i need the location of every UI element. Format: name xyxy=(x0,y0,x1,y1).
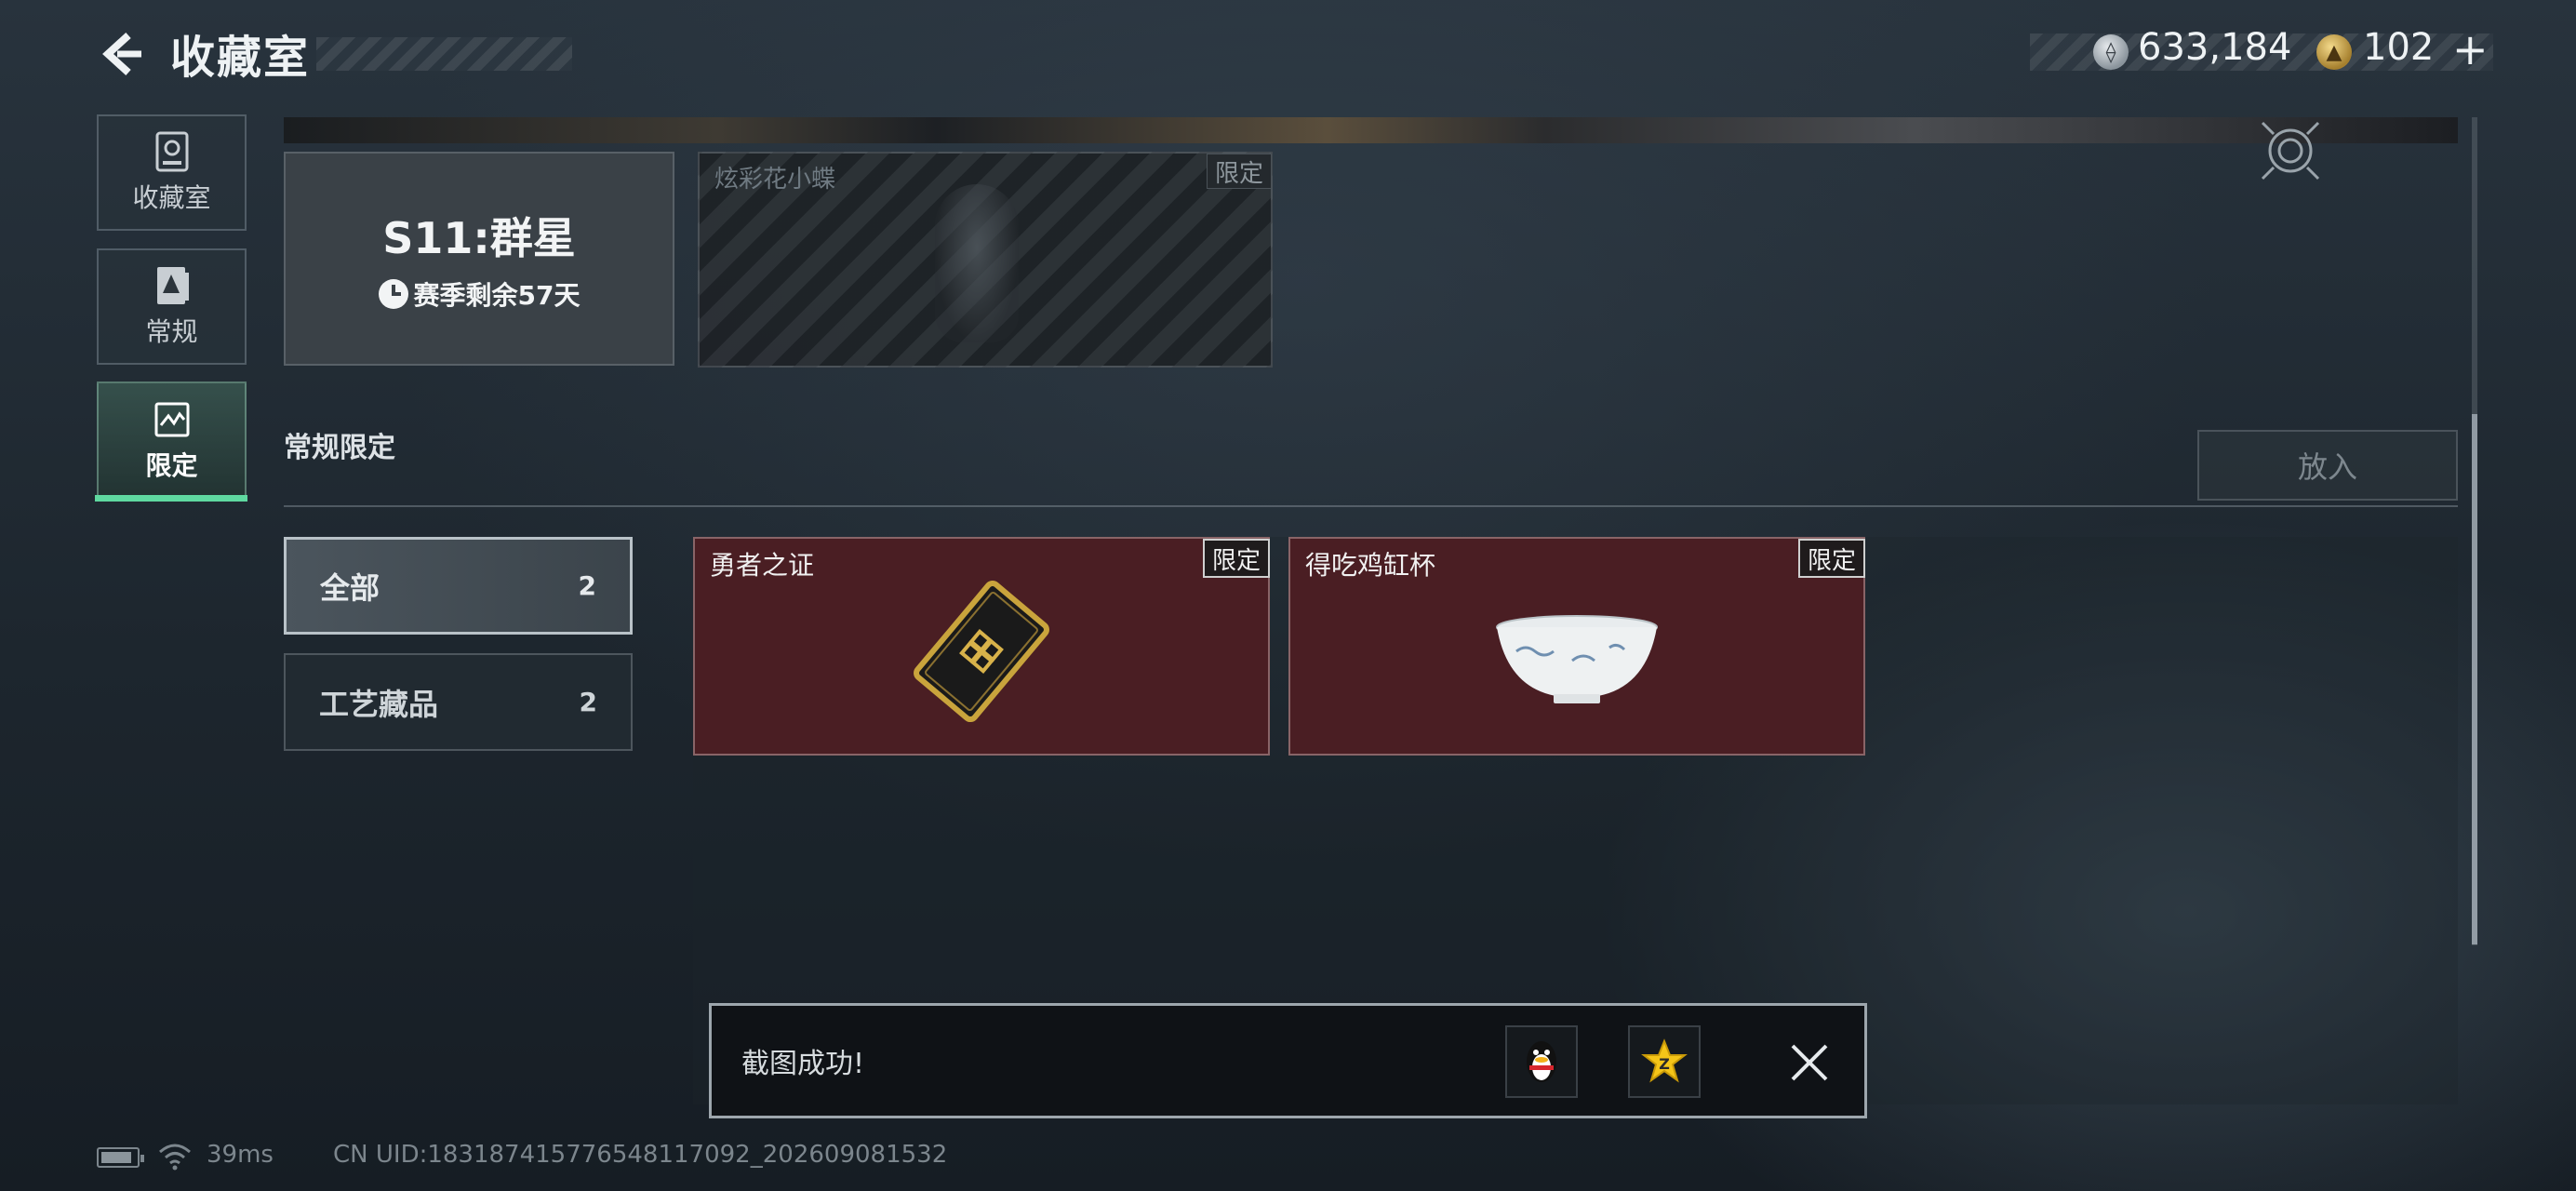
toast-close-button[interactable] xyxy=(1772,1025,1847,1100)
limited-badge: 限定 xyxy=(1798,539,1865,578)
wifi-icon xyxy=(156,1141,194,1171)
vault-icon xyxy=(152,131,193,172)
limited-icon xyxy=(152,399,193,440)
item-name: 得吃鸡缸杯 xyxy=(1305,550,1436,581)
gold-coin-value: 102 xyxy=(2363,26,2435,69)
brave-card-image xyxy=(902,572,1061,730)
locked-item-name: 炫彩花小蝶 xyxy=(714,166,836,194)
qq-penguin-icon xyxy=(1527,1041,1556,1082)
share-qq-button[interactable] xyxy=(1505,1025,1578,1098)
silver-coin-value: 633,184 xyxy=(2138,26,2292,69)
nav-item-limited[interactable]: 限定 xyxy=(97,381,247,501)
season-remaining-text: 赛季剩余57天 xyxy=(413,280,581,311)
target-icon[interactable] xyxy=(2259,119,2322,182)
svg-text:Z: Z xyxy=(1659,1055,1670,1073)
put-in-button[interactable]: 放入 xyxy=(2197,430,2458,501)
season-card[interactable]: S11:群星 赛季剩余57天 xyxy=(284,152,674,366)
filter-count: 2 xyxy=(578,570,596,601)
nav-label-regular: 常规 xyxy=(145,315,198,347)
nav-label-limited: 限定 xyxy=(145,450,198,481)
page-title: 收藏室 xyxy=(170,32,311,84)
back-button[interactable] xyxy=(93,26,149,82)
filter-count: 2 xyxy=(579,687,597,717)
share-qzone-button[interactable]: Z xyxy=(1628,1025,1701,1098)
section-title: 常规限定 xyxy=(284,432,395,464)
filter-all[interactable]: 全部 2 xyxy=(284,537,633,635)
scrollbar-thumb[interactable] xyxy=(2472,414,2477,944)
ping-text: 39ms xyxy=(207,1141,274,1169)
gold-coin-icon: ▲ xyxy=(2316,34,2352,70)
season-remaining-row: 赛季剩余57天 xyxy=(378,275,581,313)
porcelain-cup-image xyxy=(1488,614,1665,707)
add-currency-button[interactable]: + xyxy=(2452,24,2489,74)
silver-coin-icon: ⟠ xyxy=(2093,34,2129,70)
filter-label: 工艺藏品 xyxy=(319,686,439,722)
filter-craft-collectibles[interactable]: 工艺藏品 2 xyxy=(284,653,633,751)
close-icon xyxy=(1791,1044,1828,1081)
nav-item-regular[interactable]: 常规 xyxy=(97,248,247,365)
uid-text: CN UID:1831874157765481170​92_2026090815… xyxy=(333,1141,948,1169)
toast-message: 截图成功! xyxy=(741,1048,865,1080)
card-icon xyxy=(152,265,193,306)
clock-icon xyxy=(378,279,408,309)
active-tab-indicator xyxy=(95,495,247,502)
section-divider xyxy=(284,505,2458,507)
title-decoration xyxy=(316,37,572,71)
limited-badge: 限定 xyxy=(1203,539,1270,578)
banner-image xyxy=(284,117,2458,143)
locked-item-silhouette xyxy=(935,184,1019,342)
back-arrow-icon xyxy=(102,33,141,75)
battery-icon xyxy=(97,1147,144,1168)
nav-label-collection: 收藏室 xyxy=(132,181,211,213)
filter-label: 全部 xyxy=(320,569,380,606)
season-title: S11:群星 xyxy=(382,213,576,263)
nav-item-collection[interactable]: 收藏室 xyxy=(97,114,247,231)
qzone-star-icon: Z xyxy=(1641,1038,1688,1083)
limited-badge: 限定 xyxy=(1207,154,1272,189)
item-name: 勇者之证 xyxy=(710,550,815,581)
